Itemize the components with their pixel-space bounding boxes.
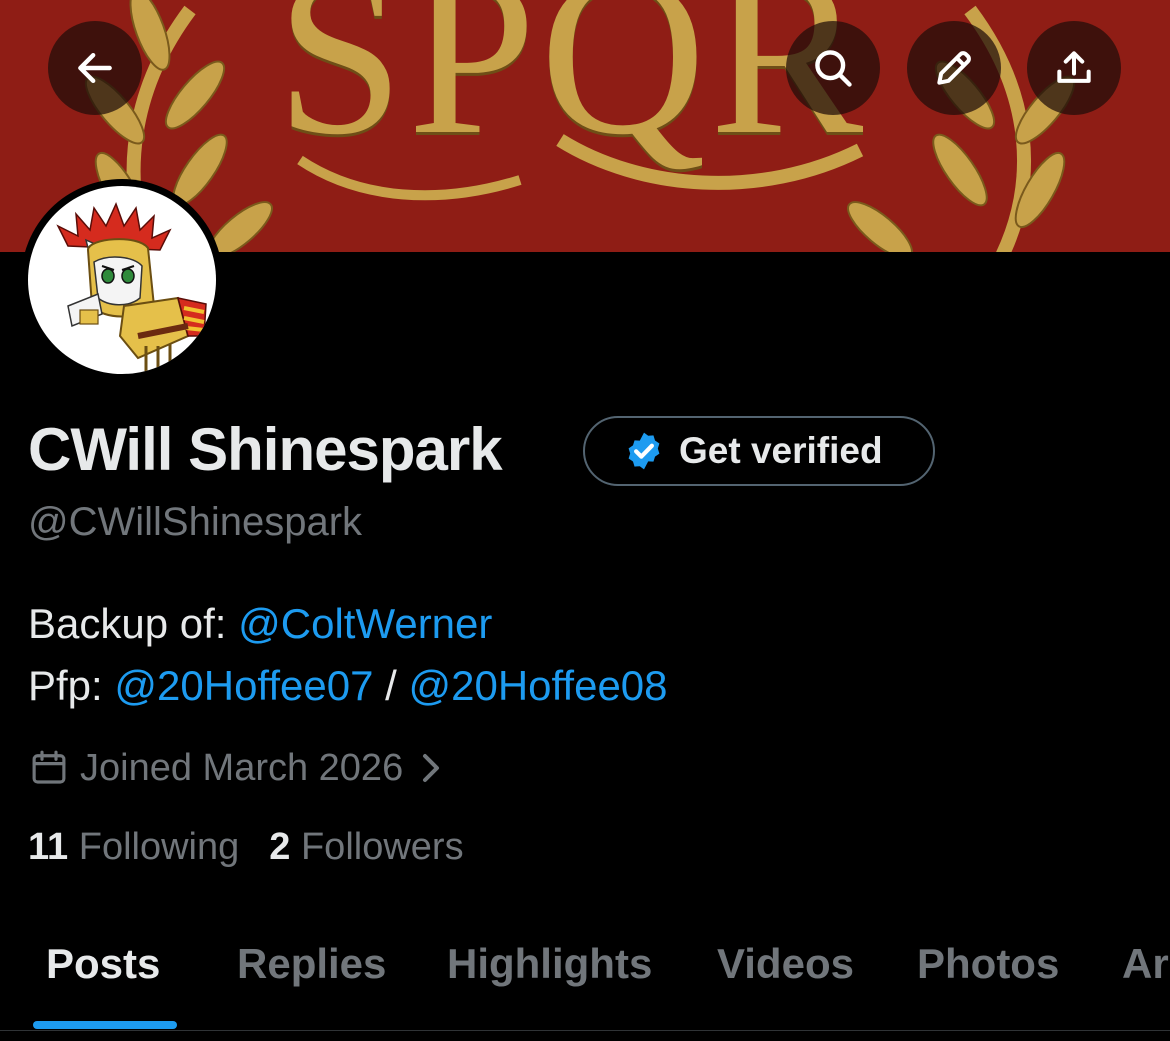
get-verified-label: Get verified	[679, 430, 883, 471]
bio-text: Pfp:	[28, 662, 115, 709]
active-tab-indicator	[33, 1021, 177, 1029]
edit-button[interactable]	[907, 21, 1001, 115]
arrow-left-icon	[78, 52, 112, 84]
bio-line-1: Backup of: @ColtWerner	[28, 600, 492, 648]
tabs-divider	[0, 1030, 1170, 1031]
followers-count: 2	[269, 826, 291, 868]
following-link[interactable]: 11 Following	[28, 826, 239, 868]
tab-replies[interactable]: Replies	[237, 940, 386, 988]
avatar-image	[28, 186, 216, 374]
back-button[interactable]	[48, 21, 142, 115]
pencil-icon	[937, 51, 971, 85]
mention-link[interactable]: @20Hoffee08	[408, 662, 667, 709]
verified-badge-icon	[628, 432, 660, 470]
share-button[interactable]	[1027, 21, 1121, 115]
search-icon	[815, 50, 852, 87]
tab-highlights[interactable]: Highlights	[447, 940, 652, 988]
joined-date-row[interactable]: Joined March 2026	[28, 742, 445, 794]
joined-date: Joined March 2026	[80, 746, 404, 789]
username-handle: @CWillShinespark	[28, 500, 363, 544]
follow-stats: 11 Following 2 Followers	[28, 826, 464, 869]
pony-centurion-illustration	[56, 202, 207, 374]
followers-link[interactable]: 2 Followers	[269, 826, 463, 868]
following-count: 11	[28, 826, 69, 868]
bio-line-2: Pfp: @20Hoffee07 / @20Hoffee08	[28, 662, 668, 710]
bio-separator: /	[373, 662, 409, 709]
search-button[interactable]	[786, 21, 880, 115]
mention-link[interactable]: @20Hoffee07	[114, 662, 373, 709]
bio-text: Backup of:	[28, 600, 239, 647]
tab-articles[interactable]: Ar	[1122, 940, 1169, 988]
avatar[interactable]	[21, 179, 223, 381]
chevron-right-icon	[423, 754, 440, 782]
profile-tabs: Posts Replies Highlights Videos Photos A…	[0, 930, 1170, 1041]
tab-videos[interactable]: Videos	[717, 940, 854, 988]
share-upload-icon	[1057, 51, 1091, 83]
following-label: Following	[78, 826, 240, 868]
banner-text: SPQR	[276, 0, 868, 182]
display-name: CWill Shinespark	[28, 416, 503, 483]
get-verified-button[interactable]: Get verified	[583, 416, 935, 486]
calendar-icon	[32, 750, 66, 784]
tab-photos[interactable]: Photos	[917, 940, 1059, 988]
tab-posts[interactable]: Posts	[46, 940, 160, 988]
mention-link[interactable]: @ColtWerner	[238, 600, 492, 647]
followers-label: Followers	[300, 826, 464, 868]
